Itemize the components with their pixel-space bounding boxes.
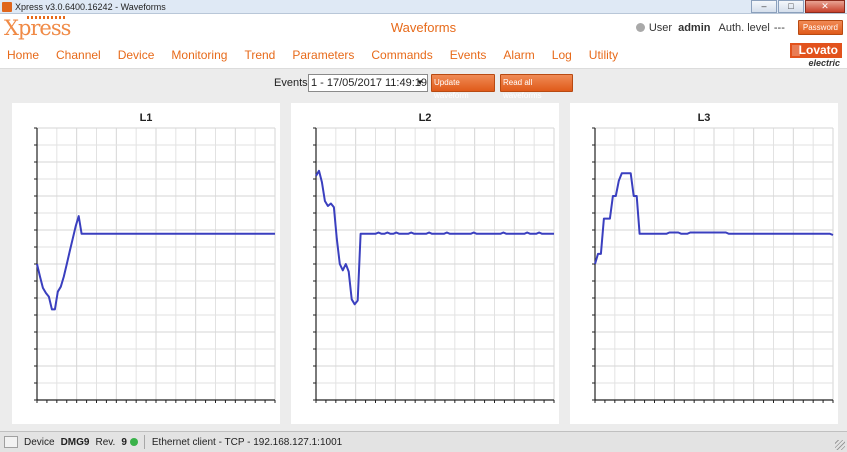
axis-ticks [34, 127, 276, 403]
menu-item-device[interactable]: Device [118, 48, 155, 62]
close-button[interactable]: ✕ [805, 0, 845, 13]
app-header: Xpress Waveforms User admin Auth. level … [0, 14, 847, 42]
app-icon [2, 1, 12, 12]
status-bar: Device DMG9 Rev. 9 Ethernet client - TCP… [0, 431, 847, 452]
device-name: DMG9 [60, 436, 90, 448]
brand-name: Lovato [790, 43, 842, 58]
menu-item-commands[interactable]: Commands [371, 48, 432, 62]
minimize-button[interactable]: – [751, 0, 777, 13]
axis-ticks [313, 127, 555, 403]
logo-decoration [27, 16, 65, 19]
user-label: User [648, 21, 673, 34]
connection-info: Ethernet client - TCP - 192.168.127.1:10… [151, 436, 343, 448]
user-name: admin [678, 21, 711, 34]
events-toolbar: Events 1 - 17/05/2017 11:49:19 ▼ Update … [0, 72, 847, 100]
title-bar: Xpress v3.0.6400.16242 - Waveforms – □ ✕ [0, 0, 847, 14]
device-icon [4, 436, 18, 448]
menu-item-home[interactable]: Home [7, 48, 39, 62]
chart-title: L1 [140, 112, 153, 124]
axis-ticks [592, 127, 834, 403]
menu-item-monitoring[interactable]: Monitoring [171, 48, 227, 62]
events-label: Events [274, 77, 308, 89]
waveform-panel-l1: L1 [12, 103, 280, 424]
read-all-waveforms-button[interactable]: Read all waveforms [500, 74, 573, 100]
chart-grid [594, 127, 834, 401]
waveform-panel-l2: L2 [291, 103, 559, 424]
waveform-chart-l2: L2 [313, 112, 555, 403]
maximize-button[interactable]: □ [778, 0, 804, 13]
lovato-logo: Lovato electric [784, 43, 842, 68]
menu-bar: Home Channel Device Monitoring Trend Paramete… [0, 42, 847, 69]
resize-grip-icon[interactable] [835, 440, 845, 450]
waveform-chart-l3: L3 [592, 112, 834, 403]
connection-status-icon [129, 438, 138, 446]
waveform-panel-l3: L3 [570, 103, 838, 424]
main-menu: Home Channel Device Monitoring Trend Paramete… [7, 48, 635, 62]
menu-item-log[interactable]: Log [552, 48, 572, 62]
waveform-chart-l1: L1 [34, 112, 276, 403]
status-divider [143, 435, 145, 449]
user-status-icon [635, 23, 645, 32]
chart-grid [315, 127, 555, 401]
password-button[interactable]: Password [797, 20, 843, 35]
brand-subtitle: electric [808, 58, 840, 68]
menu-item-trend[interactable]: Trend [244, 48, 275, 62]
rev-value: 9 [121, 436, 127, 448]
window-title: Xpress v3.0.6400.16242 - Waveforms [15, 1, 166, 12]
menu-item-parameters[interactable]: Parameters [292, 48, 354, 62]
events-select[interactable]: 1 - 17/05/2017 11:49:19 ▼ [308, 74, 428, 92]
chart-title: L2 [419, 112, 432, 124]
chevron-down-icon: ▼ [416, 78, 424, 87]
chart-grid [36, 127, 276, 401]
menu-item-events[interactable]: Events [450, 48, 487, 62]
auth-label: Auth. level [718, 21, 770, 34]
update-waveform-button[interactable]: Update waveform [431, 74, 495, 100]
device-label: Device [24, 436, 55, 448]
user-box: User admin Auth. level --- Password [635, 20, 843, 35]
chart-title: L3 [698, 112, 711, 124]
auth-level: --- [773, 21, 785, 34]
menu-item-utility[interactable]: Utility [589, 48, 618, 62]
menu-item-alarm[interactable]: Alarm [503, 48, 534, 62]
events-selected-value: 1 - 17/05/2017 11:49:19 [311, 77, 428, 89]
menu-item-channel[interactable]: Channel [56, 48, 101, 62]
rev-label: Rev. [95, 436, 116, 448]
